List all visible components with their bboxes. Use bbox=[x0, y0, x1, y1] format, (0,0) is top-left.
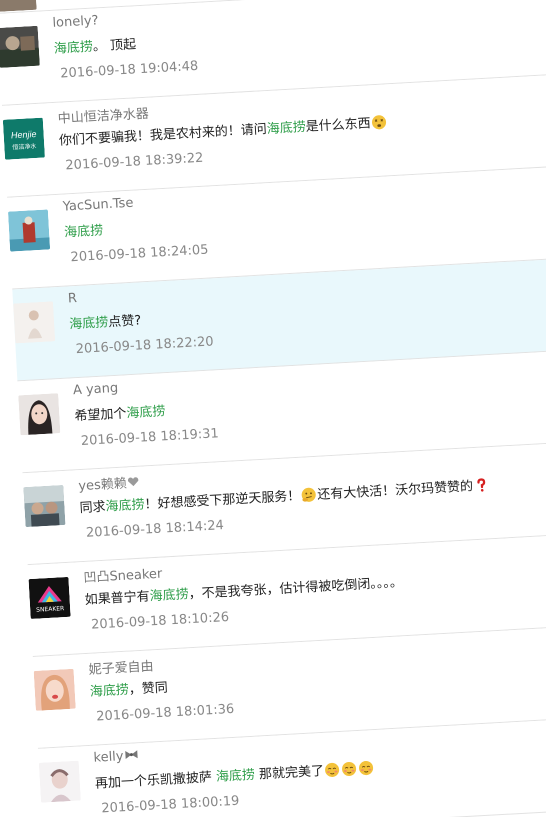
comment-text: 希望加个海底捞 bbox=[74, 404, 166, 425]
comment-timestamp: 2016-09-18 18:14:24 bbox=[85, 518, 225, 541]
keyword-link[interactable]: 海底捞 bbox=[54, 40, 94, 57]
avatar[interactable] bbox=[13, 301, 56, 344]
comment-text: 海底捞点赞? bbox=[68, 313, 142, 333]
comment-timestamp: 2016-09-18 18:01:36 bbox=[95, 701, 235, 725]
blushing-face-icon bbox=[342, 761, 357, 777]
avatar-brand-subtext: 恒洁净水 bbox=[12, 142, 36, 151]
commenter-name[interactable]: A yang bbox=[73, 381, 119, 398]
comment-timestamp: 2016-09-18 18:24:05 bbox=[70, 242, 209, 266]
comment-feed-page: lonely? 海底捞。 顶起 2016-09-18 19:04:48 Henj… bbox=[0, 0, 546, 817]
commenter-name[interactable]: 中山恒洁净水器 bbox=[57, 103, 149, 127]
comment-timestamp: 2016-09-18 18:19:31 bbox=[80, 426, 220, 449]
commenter-name[interactable]: YacSun.Tse bbox=[62, 196, 133, 215]
comment-text: 同求海底捞！好想感受下那逆天服务！ 还有大快活！沃尔玛赞赞的 bbox=[79, 474, 490, 516]
commenter-name[interactable]: kelly bbox=[93, 748, 139, 766]
blushing-face-icon bbox=[359, 760, 374, 776]
thinking-face-icon bbox=[301, 487, 316, 502]
avatar[interactable]: Henjie 恒洁净水 bbox=[2, 117, 45, 160]
comment-list: lonely? 海底捞。 顶起 2016-09-18 19:04:48 Henj… bbox=[0, 0, 546, 817]
avatar[interactable] bbox=[18, 393, 61, 436]
avatar[interactable] bbox=[33, 668, 76, 711]
keyword-link[interactable]: 海底捞 bbox=[64, 223, 104, 240]
avatar[interactable] bbox=[7, 209, 51, 252]
dizzy-face-icon bbox=[372, 115, 387, 130]
heart-icon bbox=[128, 477, 139, 487]
avatar[interactable] bbox=[23, 485, 66, 528]
blushing-face-icon bbox=[325, 762, 340, 777]
comment-text: 海底捞 bbox=[64, 219, 104, 240]
commenter-name[interactable]: lonely? bbox=[52, 13, 99, 31]
comment-timestamp: 2016-09-18 18:00:19 bbox=[101, 793, 240, 817]
avatar[interactable] bbox=[0, 0, 37, 12]
keyword-link[interactable]: 海底捞 bbox=[89, 683, 129, 700]
commenter-name[interactable]: 妮子爱自由 bbox=[88, 655, 154, 678]
keyword-link[interactable]: 海底捞 bbox=[126, 404, 166, 421]
keyword-link[interactable]: 海底捞 bbox=[149, 587, 189, 604]
commenter-name[interactable]: R bbox=[67, 291, 77, 306]
avatar[interactable] bbox=[0, 25, 40, 68]
comment-timestamp: 2016-09-18 19:04:48 bbox=[59, 58, 199, 82]
comment-text: 海底捞。 顶起 bbox=[53, 37, 137, 57]
red-question-mark-icon bbox=[477, 478, 486, 492]
comment-timestamp: 2016-09-18 18:39:22 bbox=[65, 150, 204, 174]
comment-text: 海底捞，赞同 bbox=[89, 680, 169, 700]
bow-icon bbox=[125, 750, 138, 759]
keyword-link[interactable]: 海底捞 bbox=[266, 120, 306, 137]
comment-timestamp: 2016-09-18 18:10:26 bbox=[90, 609, 230, 633]
avatar[interactable]: SNEAKER bbox=[28, 576, 71, 620]
avatar-brand-text: Henjie bbox=[11, 129, 37, 140]
comment-timestamp: 2016-09-18 18:22:20 bbox=[75, 334, 215, 358]
avatar[interactable] bbox=[38, 760, 81, 803]
commenter-name[interactable]: yes赖赖 bbox=[78, 472, 140, 494]
keyword-link[interactable]: 海底捞 bbox=[69, 315, 109, 332]
commenter-name[interactable]: 凹凸Sneaker bbox=[83, 563, 163, 586]
keyword-link[interactable]: 海底捞 bbox=[105, 498, 145, 515]
keyword-link[interactable]: 海底捞 bbox=[216, 768, 256, 785]
